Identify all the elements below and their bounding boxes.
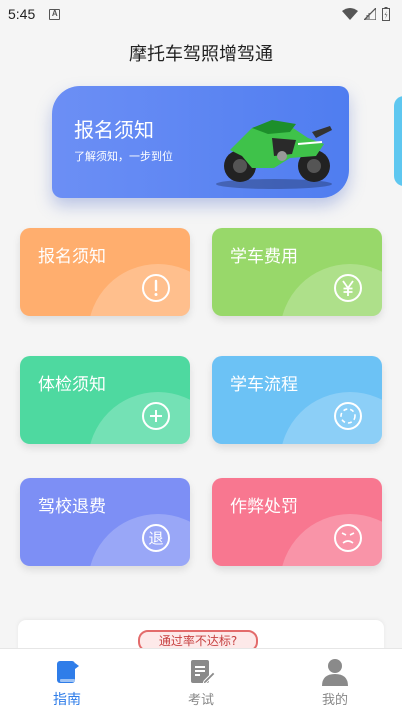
card-medical-exam-notice[interactable]: 体检须知: [20, 356, 190, 444]
notification-a-icon: A: [49, 8, 61, 20]
card-label: 报名须知: [38, 247, 106, 267]
yen-icon: [334, 274, 362, 302]
status-icons: [342, 7, 390, 21]
banner-title: 报名须知: [74, 118, 154, 142]
card-cheating-penalty[interactable]: 作弊处罚: [212, 478, 382, 566]
exclamation-icon: [142, 274, 170, 302]
book-icon: [57, 661, 79, 683]
card-decor-circle: [280, 514, 382, 566]
tab-label: 指南: [53, 692, 81, 708]
card-label: 驾校退费: [38, 497, 106, 517]
card-label: 体检须知: [38, 375, 106, 395]
edit-doc-icon: [191, 660, 216, 685]
tab-label: 考试: [187, 693, 214, 708]
plus-icon: [142, 402, 170, 430]
flow-icon: [334, 402, 362, 430]
card-registration-notice[interactable]: 报名须知: [20, 228, 190, 316]
refund-icon: 退: [142, 524, 170, 552]
battery-icon: [382, 7, 390, 21]
tab-label: 我的: [321, 693, 348, 708]
tab-exam[interactable]: 考试: [134, 649, 268, 716]
tab-guide[interactable]: 指南: [0, 649, 134, 716]
card-label: 学车费用: [230, 247, 298, 267]
card-decor-circle: [88, 264, 190, 316]
status-bar: 5:45 A: [0, 0, 402, 28]
app-title: 摩托车驾照增驾通: [129, 44, 273, 65]
card-decor-circle: [88, 392, 190, 444]
card-label: 学车流程: [230, 375, 298, 395]
status-time: 5:45: [8, 6, 36, 22]
cellular-icon: [364, 8, 376, 20]
card-decor-circle: [280, 264, 382, 316]
refund-glyph: 退: [148, 530, 163, 548]
next-banner-peek[interactable]: [394, 96, 402, 186]
tab-mine[interactable]: 我的: [268, 649, 402, 716]
motorcycle-icon: [216, 120, 332, 189]
angry-face-icon: [334, 524, 362, 552]
banner-subtitle: 了解须知，一步到位: [74, 150, 173, 163]
card-label: 作弊处罚: [230, 497, 298, 517]
card-learning-process[interactable]: 学车流程: [212, 356, 382, 444]
card-school-refund[interactable]: 驾校退费 退: [20, 478, 190, 566]
bottom-tab-bar: 指南 考试 我的: [0, 648, 402, 716]
card-learning-fees[interactable]: 学车费用: [212, 228, 382, 316]
banner-card[interactable]: 报名须知 了解须知，一步到位: [52, 86, 349, 198]
card-decor-circle: [88, 514, 190, 566]
user-icon: [322, 659, 348, 686]
wifi-icon: [342, 8, 358, 20]
card-decor-circle: [280, 392, 382, 444]
